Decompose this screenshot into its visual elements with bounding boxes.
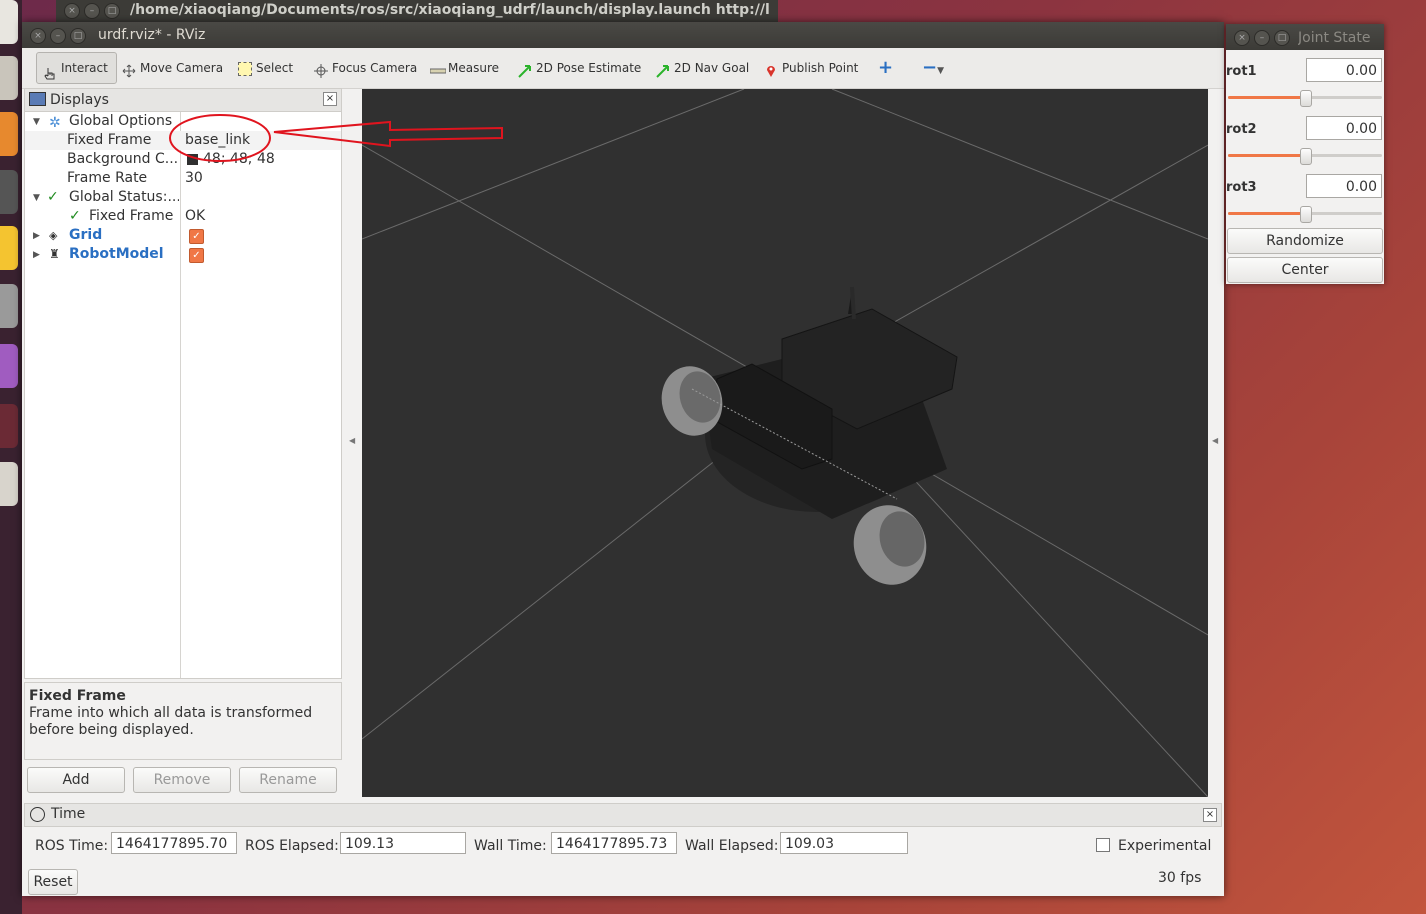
expand-down-icon[interactable]: ▼ xyxy=(33,189,40,208)
dropdown-arrow-icon[interactable]: ▼ xyxy=(937,66,944,76)
window-title: urdf.rviz* - RViz xyxy=(98,27,206,43)
checkmark-icon: ✓ xyxy=(69,208,81,224)
minimize-icon[interactable]: – xyxy=(50,28,66,44)
randomize-button[interactable]: Randomize xyxy=(1227,228,1383,254)
tree-row-grid[interactable]: ▶ ◈ Grid ✓ xyxy=(25,226,341,245)
close-icon[interactable]: × xyxy=(1234,30,1250,46)
expand-down-icon[interactable]: ▼ xyxy=(33,113,40,132)
slider-handle[interactable] xyxy=(1300,206,1312,223)
annotation-overlay xyxy=(169,114,503,162)
clock-icon xyxy=(30,807,45,822)
move-camera-tool-button[interactable]: Move Camera xyxy=(122,56,223,80)
remove-button[interactable]: Remove xyxy=(133,767,231,793)
collapse-left-icon[interactable]: ◀ xyxy=(349,436,355,445)
interact-tool-button[interactable]: Interact xyxy=(36,52,117,84)
close-icon[interactable]: × xyxy=(30,28,46,44)
maximize-icon[interactable]: □ xyxy=(70,28,86,44)
terminal-close-icon[interactable]: × xyxy=(64,3,80,19)
tree-row-status-fixed-frame[interactable]: ✓ Fixed Frame OK xyxy=(25,207,341,226)
terminal-title: /home/xiaoqiang/Documents/ros/src/xiaoqi… xyxy=(130,2,770,18)
launcher-app-icon[interactable] xyxy=(0,404,18,448)
python-icon[interactable] xyxy=(0,226,18,270)
dash-icon[interactable] xyxy=(0,0,18,44)
close-panel-icon[interactable]: × xyxy=(1203,808,1217,822)
rviz-window: × – □ urdf.rviz* - RViz Interact Move Ca… xyxy=(22,22,1224,896)
measure-tool-button[interactable]: Measure xyxy=(429,56,499,80)
expand-right-icon[interactable]: ▶ xyxy=(33,227,40,246)
remove-tool-minus-icon[interactable]: −▼ xyxy=(922,56,944,80)
joint-value-field[interactable]: 0.00 xyxy=(1306,174,1382,198)
joint-row-rot2: rot2 0.00 xyxy=(1226,114,1384,172)
slider-handle[interactable] xyxy=(1300,90,1312,107)
property-description: Fixed Frame Frame into which all data is… xyxy=(24,682,342,760)
add-button[interactable]: Add xyxy=(27,767,125,793)
experimental-checkbox[interactable] xyxy=(1096,838,1110,852)
focus-camera-tool-button[interactable]: Focus Camera xyxy=(314,56,417,80)
tool-bar: Interact Move Camera Select Focus Camera… xyxy=(22,48,1224,89)
monitor-icon xyxy=(29,92,46,106)
joint-slider[interactable] xyxy=(1228,206,1382,223)
grid-icon: ◈ xyxy=(49,229,58,242)
add-tool-plus-icon[interactable]: + xyxy=(878,56,893,80)
launcher-window-icon[interactable] xyxy=(0,462,18,506)
render-viewport[interactable] xyxy=(362,89,1208,797)
joint-slider[interactable] xyxy=(1228,90,1382,107)
robot-model-enabled-checkbox[interactable]: ✓ xyxy=(189,248,204,263)
joint-state-window: × – □ Joint State rot1 0.00 rot2 0.00 ro… xyxy=(1226,24,1384,284)
ros-time-field[interactable]: 1464177895.70 xyxy=(111,832,237,854)
select-tool-button[interactable]: Select xyxy=(238,56,293,80)
files-icon[interactable] xyxy=(0,56,18,100)
wall-elapsed-field[interactable]: 109.03 xyxy=(780,832,908,854)
pose-estimate-tool-button[interactable]: 2D Pose Estimate xyxy=(518,56,641,80)
expand-right-icon[interactable]: ▶ xyxy=(33,246,40,265)
hand-pointer-icon xyxy=(43,62,57,79)
time-panel-header: Time × xyxy=(24,803,1222,827)
publish-point-tool-button[interactable]: Publish Point xyxy=(764,56,858,80)
center-button[interactable]: Center xyxy=(1227,257,1383,283)
displays-tree: ▼ ✲ Global Options Fixed Frame base_link… xyxy=(24,111,342,679)
joint-value-field[interactable]: 0.00 xyxy=(1306,116,1382,140)
terminal-minimize-icon[interactable]: – xyxy=(84,3,100,19)
rename-button[interactable]: Rename xyxy=(239,767,337,793)
tree-row-global-status[interactable]: ▼ ✓ Global Status:... xyxy=(25,188,341,207)
green-arrow-icon xyxy=(518,62,532,78)
ruler-icon xyxy=(429,62,447,76)
green-arrow-icon xyxy=(656,62,670,78)
tree-row-robot-model[interactable]: ▶ ♜ RobotModel ✓ xyxy=(25,245,341,264)
minimize-icon[interactable]: – xyxy=(1254,30,1270,46)
reset-button[interactable]: Reset xyxy=(28,869,78,895)
fps-readout: 30 fps xyxy=(1158,870,1202,886)
robot-model xyxy=(661,286,958,585)
ros-elapsed-field[interactable]: 109.13 xyxy=(340,832,466,854)
select-box-icon xyxy=(238,61,252,76)
wall-time-field[interactable]: 1464177895.73 xyxy=(551,832,677,854)
calculator-icon[interactable] xyxy=(0,344,18,388)
maximize-icon[interactable]: □ xyxy=(1274,30,1290,46)
terminal-window: × – □ /home/xiaoqiang/Documents/ros/src/… xyxy=(56,0,778,22)
rviz-titlebar[interactable]: × – □ urdf.rviz* - RViz xyxy=(22,22,1224,48)
joint-slider[interactable] xyxy=(1228,148,1382,165)
time-fields: ROS Time: 1464177895.70 ROS Elapsed: 109… xyxy=(22,828,1224,864)
terminal-maximize-icon[interactable]: □ xyxy=(104,3,120,19)
crosshair-icon xyxy=(314,62,328,78)
slider-handle[interactable] xyxy=(1300,148,1312,165)
rviz-icon[interactable] xyxy=(0,284,18,328)
grid-enabled-checkbox[interactable]: ✓ xyxy=(189,229,204,244)
terminal-icon[interactable] xyxy=(0,170,18,214)
map-pin-icon xyxy=(764,62,778,77)
joint-row-rot1: rot1 0.00 xyxy=(1226,56,1384,114)
firefox-icon[interactable] xyxy=(0,112,18,156)
robot-icon: ♜ xyxy=(49,247,60,261)
move-arrows-icon xyxy=(122,62,136,77)
unity-launcher xyxy=(0,0,22,914)
nav-goal-tool-button[interactable]: 2D Nav Goal xyxy=(656,56,749,80)
collapse-right-icon[interactable]: ◀ xyxy=(1212,436,1218,445)
joint-value-field[interactable]: 0.00 xyxy=(1306,58,1382,82)
joint-state-titlebar[interactable]: × – □ Joint State xyxy=(1226,24,1384,50)
checkmark-icon: ✓ xyxy=(47,189,59,205)
scene-svg xyxy=(362,89,1208,797)
joint-row-rot3: rot3 0.00 xyxy=(1226,172,1384,230)
